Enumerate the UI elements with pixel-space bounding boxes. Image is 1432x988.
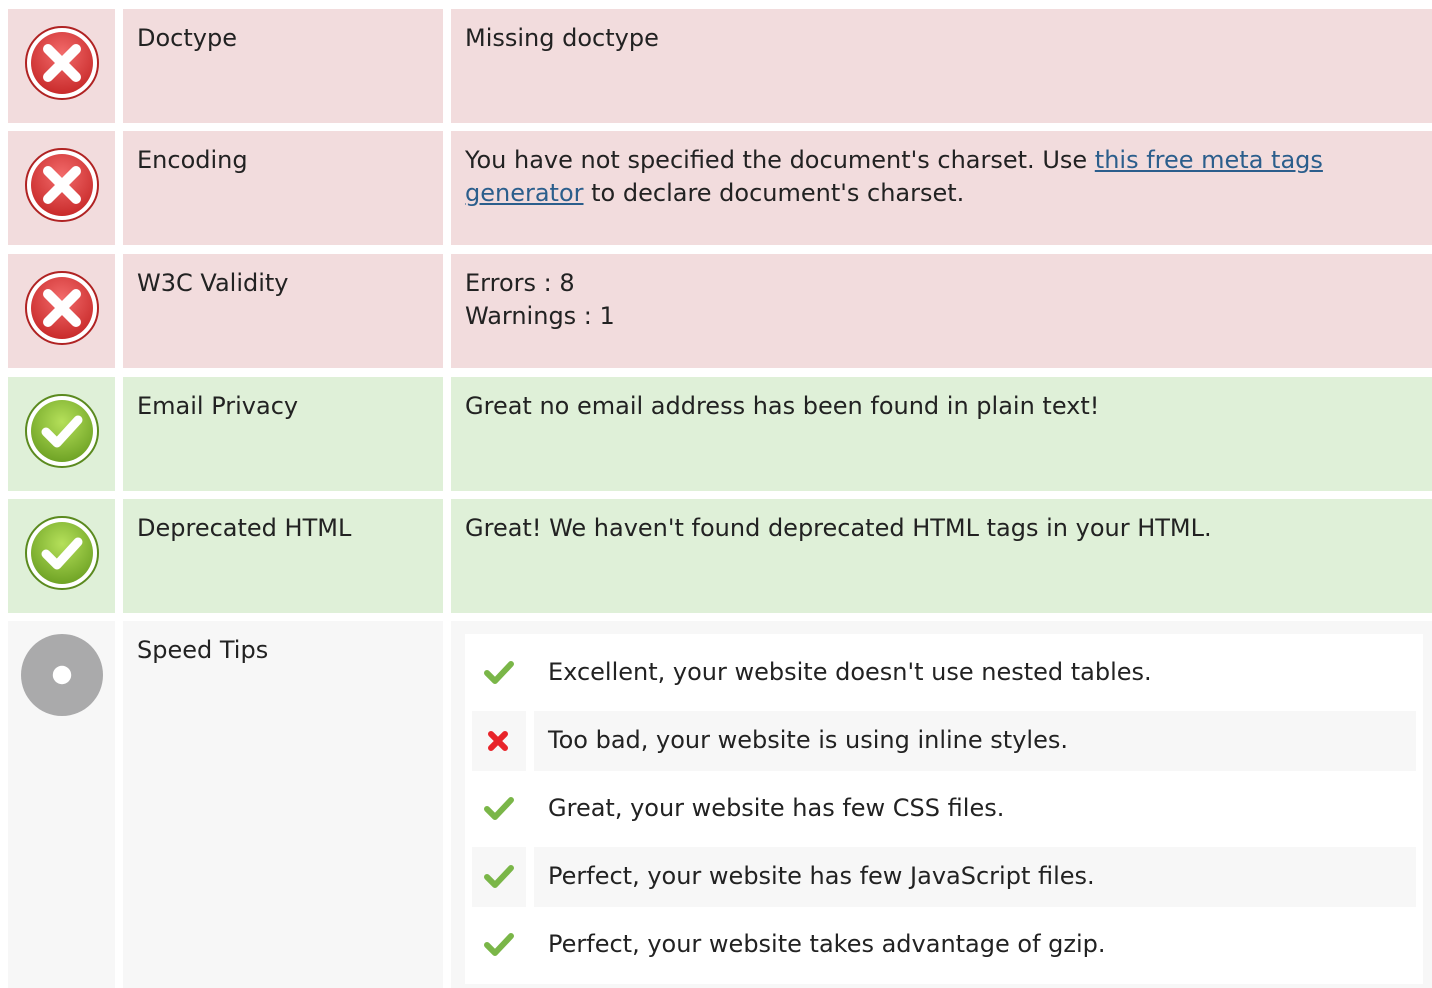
speed-tip-item: Great, your website has few CSS files. [472, 779, 1416, 839]
tip-status [472, 643, 526, 703]
speed-tips-list: Excellent, your website doesn't use nest… [465, 634, 1423, 984]
report-row-encoding: Encoding You have not specified the docu… [8, 131, 1432, 245]
status-cell [8, 131, 115, 245]
check-icon [484, 865, 514, 888]
status-cell [8, 621, 115, 988]
report-row-w3c-validity: W3C Validity Errors : 8 Warnings : 1 [8, 254, 1432, 368]
report-row-speed-tips: Speed Tips Excellent, your website doesn… [8, 621, 1432, 988]
tip-message: Perfect, your website takes advantage of… [534, 915, 1416, 975]
error-icon [25, 148, 99, 222]
status-cell [8, 254, 115, 368]
error-icon [25, 271, 99, 345]
tip-message: Too bad, your website is using inline st… [534, 711, 1416, 771]
value-cell: Excellent, your website doesn't use nest… [451, 621, 1432, 988]
tip-text: Perfect, your website takes advantage of… [548, 930, 1106, 958]
status-cell [8, 499, 115, 613]
tip-message: Perfect, your website has few JavaScript… [534, 847, 1416, 907]
row-value: Great no email address has been found in… [465, 392, 1100, 420]
check-icon [484, 661, 514, 684]
value-cell: Missing doctype [451, 9, 1432, 123]
check-icon [484, 933, 514, 956]
value-prefix: You have not specified the document's ch… [465, 146, 1095, 174]
tip-message: Great, your website has few CSS files. [534, 779, 1416, 839]
value-cell: Great no email address has been found in… [451, 377, 1432, 491]
label-cell: W3C Validity [123, 254, 443, 368]
status-cell [8, 9, 115, 123]
error-icon [25, 26, 99, 100]
check-icon [484, 797, 514, 820]
label-cell: Email Privacy [123, 377, 443, 491]
tip-text: Excellent, your website doesn't use nest… [548, 658, 1152, 686]
status-cell [8, 377, 115, 491]
speed-tip-item: Too bad, your website is using inline st… [472, 711, 1416, 771]
ok-icon [25, 394, 99, 468]
errors-count: Errors : 8 [465, 269, 575, 297]
row-label: Deprecated HTML [137, 514, 352, 542]
tip-text: Too bad, your website is using inline st… [548, 726, 1068, 754]
report-row-email-privacy: Email Privacy Great no email address has… [8, 377, 1432, 491]
neutral-icon [21, 634, 103, 716]
speed-tip-item: Perfect, your website has few JavaScript… [472, 847, 1416, 907]
value-cell: Great! We haven't found deprecated HTML … [451, 499, 1432, 613]
tip-status [472, 915, 526, 975]
tip-text: Perfect, your website has few JavaScript… [548, 862, 1095, 890]
value-cell: Errors : 8 Warnings : 1 [451, 254, 1432, 368]
label-cell: Encoding [123, 131, 443, 245]
tip-message: Excellent, your website doesn't use nest… [534, 643, 1416, 703]
speed-tip-item: Excellent, your website doesn't use nest… [472, 643, 1416, 703]
row-label: W3C Validity [137, 269, 289, 297]
tip-status [472, 779, 526, 839]
speed-tip-item: Perfect, your website takes advantage of… [472, 915, 1416, 975]
row-value: Great! We haven't found deprecated HTML … [465, 514, 1212, 542]
report-row-deprecated-html: Deprecated HTML Great! We haven't found … [8, 499, 1432, 613]
value-suffix: to declare document's charset. [583, 179, 965, 207]
row-label: Email Privacy [137, 392, 299, 420]
row-value: Missing doctype [465, 24, 659, 52]
tip-text: Great, your website has few CSS files. [548, 794, 1005, 822]
row-value: You have not specified the document's ch… [465, 144, 1424, 210]
row-label: Doctype [137, 24, 237, 52]
label-cell: Deprecated HTML [123, 499, 443, 613]
label-cell: Doctype [123, 9, 443, 123]
cross-icon [488, 731, 508, 751]
seo-report-panel: Doctype Missing doctype Encoding You hav… [0, 0, 1432, 988]
ok-icon [25, 516, 99, 590]
report-row-doctype: Doctype Missing doctype [8, 9, 1432, 123]
warnings-count: Warnings : 1 [465, 302, 615, 330]
row-label: Encoding [137, 146, 248, 174]
label-cell: Speed Tips [123, 621, 443, 988]
tip-status [472, 711, 526, 771]
value-cell: You have not specified the document's ch… [451, 131, 1432, 245]
row-label: Speed Tips [137, 636, 269, 664]
row-value: Errors : 8 Warnings : 1 [465, 267, 1424, 333]
tip-status [472, 847, 526, 907]
